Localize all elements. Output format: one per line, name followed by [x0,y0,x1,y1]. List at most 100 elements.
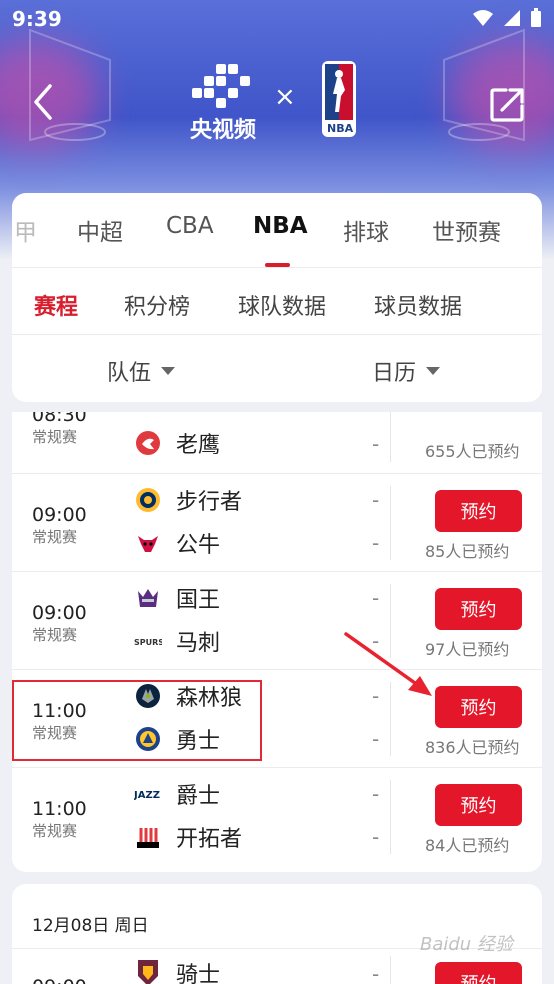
calendar-filter[interactable]: 日历 [372,355,441,387]
highlight-box [12,680,262,761]
booking-count: 85人已预约 [425,542,510,561]
team-score: - [372,432,380,456]
tab-sport-1[interactable]: 中超 [77,213,123,247]
game-type: 常规赛 [32,626,78,644]
team-name: 国王 [176,588,221,613]
game-time: 09:00 [32,504,87,526]
battery-icon [531,8,541,27]
jazz-logo-icon: JAZZ [134,780,162,808]
team-entry: 公牛 [134,526,220,560]
team-score: - [372,825,380,849]
sport-tabs: 甲 中超 CBA NBA 排球 世预赛 [12,193,542,267]
game-time: 08:30 [32,412,87,426]
cavaliers-logo-icon [134,959,162,984]
game-row[interactable]: 08:30 常规赛 老鹰 - 655人已预约 [12,412,542,474]
team-entry: 国王 [134,581,220,615]
arrow-annotation-icon [344,632,432,696]
subtab-team-stats[interactable]: 球队数据 [238,289,326,321]
team-name: 老鹰 [176,433,221,458]
tab-sport-4[interactable]: 排球 [343,213,389,247]
date-header: 12月08日 周日 [32,916,149,936]
cctv-dots-icon [192,64,250,108]
team-entry: JAZZ 爵士 [134,777,220,811]
nba-logo: NBA [321,60,357,138]
booking-count: 655人已预约 [425,442,520,461]
team-entry: 老鹰 [134,426,220,460]
bulls-logo-icon [134,529,162,557]
blazers-logo-icon [134,823,162,851]
spurs-logo-icon: SPURS [134,627,162,655]
team-name: 骑士 [176,963,221,984]
book-button[interactable]: 预约 [435,686,522,728]
game-type: 常规赛 [32,428,78,446]
watermark: Baidu 经验 [420,934,513,955]
chevron-left-icon [34,84,52,120]
nba-logo-text: NBA [327,122,354,135]
subtab-player-stats[interactable]: 球员数据 [374,289,462,321]
status-time: 9:39 [12,7,62,31]
svg-text:SPURS: SPURS [134,638,162,647]
kings-logo-icon [134,584,162,612]
tab-sport-3[interactable]: NBA [253,213,308,239]
booking-count: 97人已预约 [425,640,510,659]
team-entry: 步行者 [134,483,242,517]
caret-down-icon [426,367,441,375]
book-button[interactable]: 预约 [435,588,522,630]
team-score: - [372,782,380,806]
tab-sport-0[interactable]: 甲 [14,213,37,247]
divider [390,486,391,560]
status-icons [472,8,542,28]
share-button[interactable] [488,84,528,124]
team-filter[interactable]: 队伍 [107,355,176,387]
game-type: 常规赛 [32,822,78,840]
book-button[interactable]: 预约 [435,962,522,984]
pacers-logo-icon [134,486,162,514]
calendar-filter-label: 日历 [372,361,417,386]
divider [390,780,391,854]
svg-text:JAZZ: JAZZ [134,790,160,801]
booking-count: 84人已预约 [425,836,510,855]
tabs-card: 甲 中超 CBA NBA 排球 世预赛 赛程 积分榜 球队数据 球员数据 队伍 … [12,193,542,402]
booking-count: 836人已预约 [425,738,520,757]
team-name: 步行者 [176,490,243,515]
divider [12,334,542,335]
team-entry: 开拓者 [134,820,242,854]
game-type: 常规赛 [32,528,78,546]
team-name: 马刺 [176,631,221,656]
game-time: 09:00 [32,976,87,984]
back-button[interactable] [26,82,62,122]
team-score: - [372,586,380,610]
team-score: - [372,727,380,751]
team-name: 爵士 [176,784,221,809]
team-score: - [372,488,380,512]
divider [12,267,542,268]
game-list: 08:30 常规赛 老鹰 - 655人已预约 09:00 常规赛 步行者 公牛 [12,412,542,872]
team-filter-label: 队伍 [107,361,152,386]
game-row[interactable]: 11:00 常规赛 JAZZ 爵士 开拓者 - - 预约 84人已预约 [12,768,542,866]
game-row[interactable]: 09:00 常规赛 步行者 公牛 - - 预约 85人已预约 [12,474,542,572]
cross-symbol: × [274,82,296,112]
subtab-standings[interactable]: 积分榜 [124,289,190,321]
game-time: 11:00 [32,798,87,820]
game-row[interactable]: 09:00 常规赛 国王 SPURS 马刺 - - 预约 97人已预约 [12,572,542,670]
team-score: - [372,962,380,984]
book-button[interactable]: 预约 [435,490,522,532]
signal-icon [504,10,520,26]
team-entry: 骑士 [134,956,220,984]
status-bar: 9:39 [0,0,554,38]
tab-sport-2[interactable]: CBA [166,213,214,239]
share-icon [490,88,524,122]
team-name: 公牛 [176,533,221,558]
team-score: - [372,531,380,555]
divider [390,956,391,984]
subtab-schedule[interactable]: 赛程 [34,289,78,321]
wifi-icon [473,10,493,26]
tab-sport-5[interactable]: 世预赛 [432,213,501,247]
book-button[interactable]: 预约 [435,784,522,826]
hawks-logo-icon [134,429,162,457]
caret-down-icon [161,367,176,375]
divider [390,412,391,462]
team-entry: SPURS 马刺 [134,624,220,658]
game-time: 09:00 [32,602,87,624]
brand-text: 央视频 [189,118,256,143]
